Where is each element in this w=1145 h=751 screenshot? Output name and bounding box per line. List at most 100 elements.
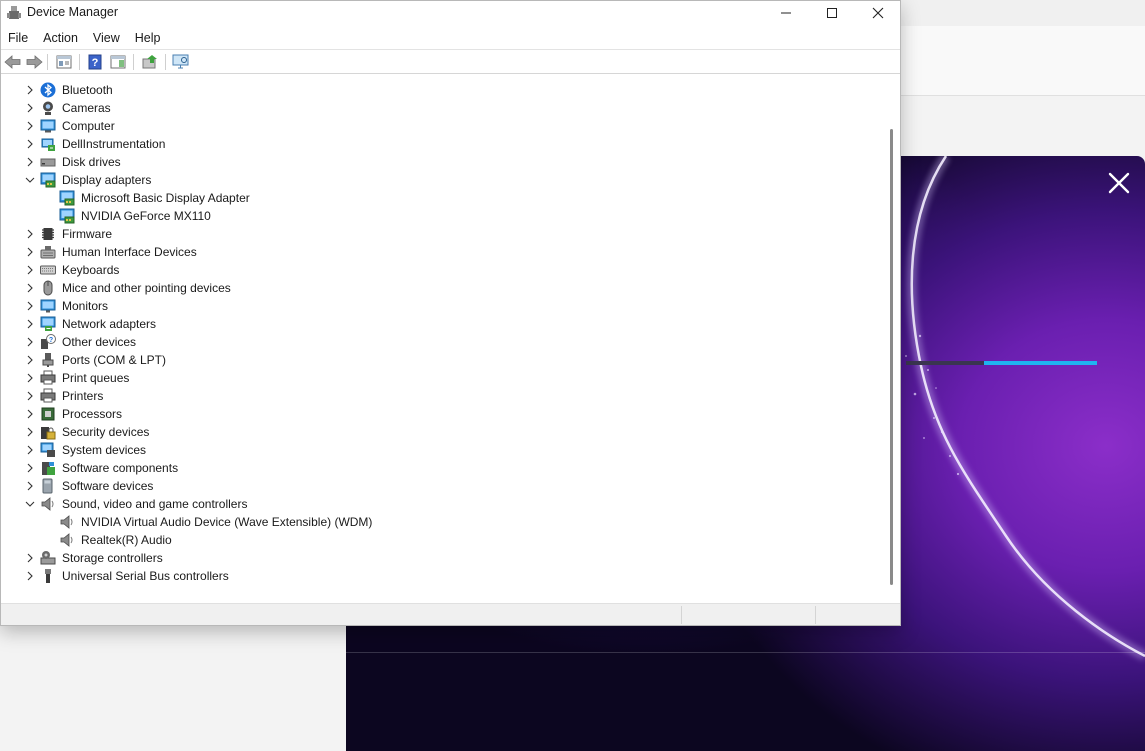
- menu-view[interactable]: View: [86, 27, 128, 49]
- usb-icon: [40, 568, 56, 584]
- chevron-right-icon[interactable]: [24, 300, 36, 312]
- chevron-right-icon[interactable]: [24, 390, 36, 402]
- tree-category-security-devices[interactable]: Security devices: [1, 423, 885, 441]
- tree-item-label: NVIDIA GeForce MX110: [81, 209, 211, 223]
- tree-category-monitors[interactable]: Monitors: [1, 297, 885, 315]
- toolbar: ?: [1, 49, 900, 74]
- chevron-right-icon[interactable]: [24, 570, 36, 582]
- tree-category-disk-drives[interactable]: Disk drives: [1, 153, 885, 171]
- update-driver-button[interactable]: [140, 53, 160, 71]
- tree-category-mice-and-other-pointing-devices[interactable]: Mice and other pointing devices: [1, 279, 885, 297]
- network-adapter-icon: [40, 316, 56, 332]
- tree-category-display-adapters[interactable]: Display adapters: [1, 171, 885, 189]
- chevron-right-icon[interactable]: [24, 246, 36, 258]
- bluetooth-icon: [40, 82, 56, 98]
- firmware-chip-icon: [40, 226, 56, 242]
- svg-text:?: ?: [49, 337, 53, 344]
- chevron-right-icon[interactable]: [24, 426, 36, 438]
- scrollbar-thumb[interactable]: [890, 129, 893, 585]
- tree-category-network-adapters[interactable]: Network adapters: [1, 315, 885, 333]
- tree-device-realtek-r-audio[interactable]: Realtek(R) Audio: [1, 531, 885, 549]
- back-button[interactable]: [3, 53, 23, 71]
- speaker-icon: [59, 514, 75, 530]
- status-pane: [815, 606, 900, 624]
- menu-file[interactable]: File: [1, 27, 36, 49]
- close-button[interactable]: [855, 1, 901, 25]
- tree-category-software-components[interactable]: Software components: [1, 459, 885, 477]
- status-pane: [681, 606, 815, 624]
- monitor-scan-icon: [172, 54, 189, 69]
- chevron-right-icon[interactable]: [24, 372, 36, 384]
- tree-category-cameras[interactable]: Cameras: [1, 99, 885, 117]
- chevron-right-icon[interactable]: [24, 408, 36, 420]
- menu-action[interactable]: Action: [36, 27, 86, 49]
- chevron-right-icon[interactable]: [24, 156, 36, 168]
- software-component-icon: [40, 460, 56, 476]
- tree-item-label: Human Interface Devices: [62, 245, 197, 259]
- chevron-right-icon[interactable]: [24, 444, 36, 456]
- menu-help[interactable]: Help: [128, 27, 169, 49]
- help-icon: ?: [88, 54, 102, 70]
- tree-category-dellinstrumentation[interactable]: DellInstrumentation: [1, 135, 885, 153]
- tree-device-nvidia-geforce-mx110[interactable]: NVIDIA GeForce MX110: [1, 207, 885, 225]
- speaker-icon: [40, 496, 56, 512]
- properties-sheet-icon: [56, 55, 72, 69]
- splash-close-icon[interactable]: [1106, 170, 1132, 196]
- chevron-right-icon[interactable]: [24, 354, 36, 366]
- help-button[interactable]: ?: [85, 53, 105, 71]
- chevron-right-icon[interactable]: [24, 318, 36, 330]
- title-bar[interactable]: Device Manager: [1, 1, 900, 25]
- properties-button[interactable]: [54, 53, 74, 71]
- tree-device-microsoft-basic-display-adapter[interactable]: Microsoft Basic Display Adapter: [1, 189, 885, 207]
- tree-item-label: Realtek(R) Audio: [81, 533, 172, 547]
- chevron-right-icon[interactable]: [24, 552, 36, 564]
- view-pane-button[interactable]: [108, 53, 128, 71]
- tree-item-label: Printers: [62, 389, 104, 403]
- chevron-right-icon[interactable]: [24, 264, 36, 276]
- tree-category-firmware[interactable]: Firmware: [1, 225, 885, 243]
- tree-category-software-devices[interactable]: Software devices: [1, 477, 885, 495]
- speaker-icon: [59, 532, 75, 548]
- tree-category-processors[interactable]: Processors: [1, 405, 885, 423]
- unknown-device-icon: ?: [40, 334, 56, 350]
- chevron-right-icon[interactable]: [24, 138, 36, 150]
- tree-category-storage-controllers[interactable]: Storage controllers: [1, 549, 885, 567]
- tree-item-label: Bluetooth: [62, 83, 113, 97]
- forward-button[interactable]: [24, 53, 44, 71]
- tree-category-universal-serial-bus-controllers[interactable]: Universal Serial Bus controllers: [1, 567, 885, 585]
- tree-category-other-devices[interactable]: ? Other devices: [1, 333, 885, 351]
- tree-category-system-devices[interactable]: System devices: [1, 441, 885, 459]
- chevron-right-icon[interactable]: [24, 480, 36, 492]
- maximize-button[interactable]: [809, 1, 855, 25]
- tree-item-label: NVIDIA Virtual Audio Device (Wave Extens…: [81, 515, 373, 529]
- minimize-button[interactable]: [763, 1, 809, 25]
- tree-category-keyboards[interactable]: Keyboards: [1, 261, 885, 279]
- mouse-icon: [40, 280, 56, 296]
- chevron-right-icon[interactable]: [24, 84, 36, 96]
- tree-category-bluetooth[interactable]: Bluetooth: [1, 81, 885, 99]
- chevron-down-icon[interactable]: [24, 174, 36, 186]
- chevron-right-icon[interactable]: [24, 102, 36, 114]
- security-device-icon: [40, 424, 56, 440]
- tree-category-sound-video-and-game-controllers[interactable]: Sound, video and game controllers: [1, 495, 885, 513]
- tree-device-nvidia-virtual-audio-device-wave-extensible-wdm[interactable]: NVIDIA Virtual Audio Device (Wave Extens…: [1, 513, 885, 531]
- tree-category-computer[interactable]: Computer: [1, 117, 885, 135]
- tree-category-print-queues[interactable]: Print queues: [1, 369, 885, 387]
- toolbar-separator: [165, 54, 166, 70]
- tree-item-label: Microsoft Basic Display Adapter: [81, 191, 250, 205]
- scan-hardware-button[interactable]: [171, 53, 191, 71]
- dell-instrumentation-icon: [40, 136, 56, 152]
- chevron-right-icon[interactable]: [24, 228, 36, 240]
- tree-item-label: Keyboards: [62, 263, 120, 277]
- tree-category-human-interface-devices[interactable]: Human Interface Devices: [1, 243, 885, 261]
- chevron-right-icon[interactable]: [24, 120, 36, 132]
- chevron-down-icon[interactable]: [24, 498, 36, 510]
- vertical-scrollbar[interactable]: [885, 79, 900, 601]
- chevron-right-icon[interactable]: [24, 462, 36, 474]
- chevron-right-icon[interactable]: [24, 336, 36, 348]
- tree-item-label: Other devices: [62, 335, 137, 349]
- tree-category-printers[interactable]: Printers: [1, 387, 885, 405]
- tree-category-ports-com-lpt[interactable]: Ports (COM & LPT): [1, 351, 885, 369]
- chevron-right-icon[interactable]: [24, 282, 36, 294]
- tree-item-label: Storage controllers: [62, 551, 163, 565]
